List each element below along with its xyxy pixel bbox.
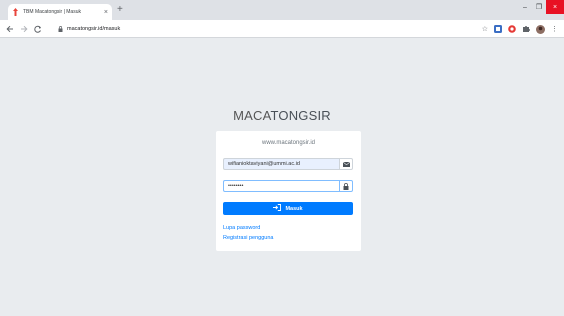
address-bar[interactable]: macatongsir.id/masuk bbox=[58, 23, 478, 35]
password-field[interactable]: •••••••• bbox=[223, 180, 339, 192]
window-controls: – ❐ × bbox=[518, 0, 564, 14]
brand-part-2: TONGSIR bbox=[270, 108, 331, 123]
email-field[interactable]: wifianioktaviyani@ummi.ac.id bbox=[223, 158, 339, 170]
login-button-label: Masuk bbox=[285, 205, 303, 212]
envelope-icon bbox=[339, 158, 353, 170]
app-logo: MACATONGSIR bbox=[0, 108, 564, 123]
restore-button[interactable]: ❐ bbox=[532, 0, 546, 14]
puzzle-icon[interactable] bbox=[522, 25, 530, 33]
lock-icon bbox=[58, 26, 63, 32]
tab-close-icon[interactable]: × bbox=[104, 9, 108, 16]
back-arrow-icon[interactable] bbox=[4, 20, 16, 38]
sign-in-icon bbox=[273, 204, 282, 213]
minimize-button[interactable]: – bbox=[518, 0, 532, 14]
lock-icon bbox=[339, 180, 353, 192]
brand-part-1: MACA bbox=[233, 108, 271, 123]
toolbar-icons: ☆ ⋮ bbox=[482, 23, 558, 35]
site-label: www.macatongsir.id bbox=[261, 140, 316, 146]
browser-tab[interactable]: TBM Macatongsir | Masuk × bbox=[8, 4, 112, 20]
login-button[interactable]: Masuk bbox=[223, 202, 353, 215]
extension-red-icon[interactable] bbox=[508, 25, 516, 33]
browser-toolbar: macatongsir.id/masuk ☆ ⋮ bbox=[0, 20, 564, 38]
menu-kebab-icon[interactable]: ⋮ bbox=[551, 25, 558, 33]
new-tab-button[interactable]: + bbox=[117, 5, 123, 15]
site-favicon-icon bbox=[12, 8, 19, 16]
login-card: www.macatongsir.id wifianioktaviyani@umm… bbox=[216, 131, 361, 251]
window-close-button[interactable]: × bbox=[546, 0, 564, 14]
password-group: •••••••• bbox=[223, 180, 353, 192]
url-text: macatongsir.id/masuk bbox=[67, 26, 121, 32]
register-link[interactable]: Registrasi pengguna bbox=[223, 235, 273, 241]
reload-icon[interactable] bbox=[32, 20, 44, 38]
email-group: wifianioktaviyani@ummi.ac.id bbox=[223, 158, 353, 170]
tab-title: TBM Macatongsir | Masuk bbox=[23, 9, 81, 15]
login-page: MACATONGSIR www.macatongsir.id wifianiok… bbox=[0, 38, 564, 316]
forgot-password-link[interactable]: Lupa password bbox=[223, 225, 260, 231]
extension-icon[interactable] bbox=[494, 25, 502, 33]
profile-avatar[interactable] bbox=[536, 24, 545, 34]
forward-arrow-icon[interactable] bbox=[18, 20, 30, 38]
bookmark-star-icon[interactable]: ☆ bbox=[482, 25, 488, 33]
browser-tabstrip: TBM Macatongsir | Masuk × + – ❐ × bbox=[0, 0, 564, 20]
